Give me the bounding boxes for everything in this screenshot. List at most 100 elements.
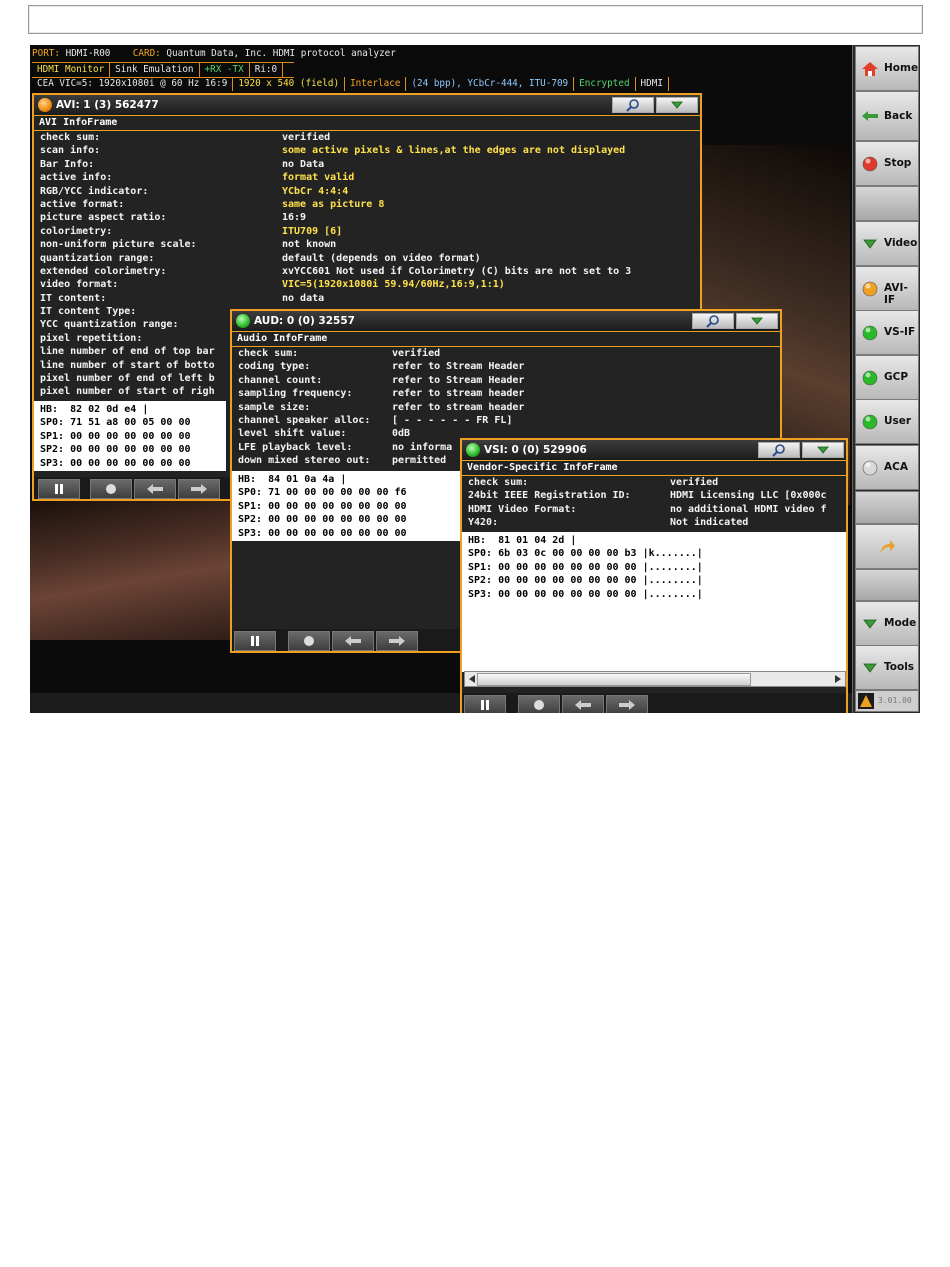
- avi-field-value: 16:9: [282, 212, 307, 224]
- aud-field-key: sampling frequency:: [238, 388, 353, 400]
- scroll-right-icon[interactable]: [833, 673, 843, 685]
- avi-search-button[interactable]: [612, 97, 654, 113]
- vsi-next-button[interactable]: [606, 695, 648, 713]
- avi-field-row: Bar Info: no Data: [34, 158, 700, 171]
- triangle-down-icon: [863, 663, 877, 673]
- status-line-port: PORT: HDMI-R00 CARD: Quantum Data, Inc. …: [32, 47, 396, 61]
- avi-next-button[interactable]: [178, 479, 220, 499]
- sidebar-aca-button[interactable]: ACA: [855, 445, 919, 490]
- sidebar-vs-if-button[interactable]: VS-IF: [855, 310, 919, 355]
- green-led-icon: [862, 370, 878, 385]
- avi-field-key: colorimetry:: [40, 225, 113, 237]
- pause-icon: [481, 700, 489, 710]
- avi-dropdown-button[interactable]: [656, 97, 698, 113]
- vsi-dropdown-button[interactable]: [802, 442, 844, 458]
- color-format: (24 bpp), YCbCr-444, ITU-709: [406, 77, 575, 91]
- sidebar-avi-if-button[interactable]: AVI-IF: [855, 266, 919, 311]
- vsi-field-list: check sum: verified 24bit IEEE Registratio…: [462, 476, 846, 530]
- aud-next-button[interactable]: [376, 631, 418, 651]
- sidebar-button-label: ACA: [884, 461, 908, 473]
- sidebar-blank-button[interactable]: [855, 491, 919, 524]
- vsi-pause-button[interactable]: [464, 695, 506, 713]
- home-icon: [862, 61, 878, 76]
- sidebar-blank-button[interactable]: [855, 569, 919, 601]
- aud-dropdown-button[interactable]: [736, 313, 778, 329]
- avi-field-key: line number of start of botto: [40, 359, 215, 371]
- tab-hdmi-monitor[interactable]: HDMI Monitor: [32, 63, 111, 77]
- avi-field-row: active info: format valid: [34, 171, 700, 184]
- vsi-hex-line: SP3: 00 00 00 00 00 00 00 00 |........|: [468, 588, 703, 600]
- sidebar-blank-button[interactable]: [855, 524, 919, 569]
- aud-search-button[interactable]: [692, 313, 734, 329]
- avi-subtitle: AVI InfoFrame: [34, 116, 700, 131]
- green-led-icon: [862, 414, 878, 429]
- scroll-left-icon[interactable]: [467, 673, 477, 685]
- pause-icon: [55, 484, 63, 494]
- avi-field-row: extended colorimetry: xvYCC601 Not used i…: [34, 265, 700, 278]
- sidebar-user-button[interactable]: User: [855, 399, 919, 444]
- magnifier-icon: [706, 315, 719, 328]
- sidebar-tools-button[interactable]: Tools: [855, 645, 919, 690]
- aud-record-button[interactable]: [288, 631, 330, 651]
- avi-prev-button[interactable]: [134, 479, 176, 499]
- avi-field-row: video format: VIC=5(1920x1080i 59.94/60Hz…: [34, 278, 700, 291]
- avi-hex-line: SP2: 00 00 00 00 00 00 00: [40, 444, 191, 456]
- avi-record-button[interactable]: [90, 479, 132, 499]
- card-label: CARD:: [132, 48, 161, 59]
- tab-ri[interactable]: Ri:0: [250, 63, 284, 77]
- avi-field-key: IT content:: [40, 292, 107, 304]
- right-sidebar: 3.01.00 Home Back Stop Video AVI-IF VS-IF GCP U…: [852, 45, 920, 713]
- vsi-hex-line: SP1: 00 00 00 00 00 00 00 00 |........|: [468, 561, 703, 573]
- avi-title: AVI: 1 (3) 562477: [56, 99, 159, 111]
- sidebar-video-button[interactable]: Video: [855, 221, 919, 266]
- avi-field-key: extended colorimetry:: [40, 265, 167, 277]
- right-arrow-icon: [191, 484, 207, 494]
- aud-hex-dump: HB: 84 01 0a 4a | SP0: 71 00 00 00 00 00 …: [232, 471, 460, 541]
- avi-field-value: same as picture 8: [282, 198, 385, 210]
- aud-field-value: 0dB: [392, 428, 411, 440]
- sidebar-blank-button[interactable]: [855, 186, 919, 221]
- sidebar-home-button[interactable]: Home: [855, 46, 919, 91]
- sidebar-button-label: GCP: [884, 371, 909, 383]
- aud-subtitle: Audio InfoFrame: [232, 332, 780, 347]
- vsi-field-value: HDMI Licensing LLC [0x000c: [670, 490, 827, 502]
- avi-field-value: xvYCC601 Not used if Colorimetry (C) bit…: [282, 265, 632, 277]
- sidebar-back-button[interactable]: Back: [855, 91, 919, 141]
- triangle-down-icon: [817, 446, 829, 454]
- aud-hex-line: SP3: 00 00 00 00 00 00 00 00: [238, 527, 407, 539]
- avi-field-row: picture aspect ratio: 16:9: [34, 211, 700, 224]
- avi-field-row: scan info: some active pixels & lines,at …: [34, 144, 700, 157]
- tab-rx-tx[interactable]: +RX -TX: [200, 63, 250, 77]
- sidebar-stop-button[interactable]: Stop: [855, 141, 919, 186]
- record-icon: [534, 700, 544, 710]
- vsi-prev-button[interactable]: [562, 695, 604, 713]
- mode-tabs: HDMI Monitor Sink Emulation +RX -TX Ri:0: [32, 62, 294, 78]
- pause-icon: [251, 636, 259, 646]
- avi-field-value: no Data: [282, 158, 325, 170]
- avi-field-row: RGB/YCC indicator: YCbCr 4:4:4: [34, 185, 700, 198]
- avi-field-key: YCC quantization range:: [40, 319, 179, 331]
- avi-field-row: check sum: verified: [34, 131, 700, 144]
- sidebar-mode-button[interactable]: Mode: [855, 601, 919, 646]
- aud-pause-button[interactable]: [234, 631, 276, 651]
- vsi-search-button[interactable]: [758, 442, 800, 458]
- scrollbar-thumb[interactable]: [477, 673, 751, 686]
- avi-pause-button[interactable]: [38, 479, 80, 499]
- aud-title: AUD: 0 (0) 32557: [254, 315, 355, 327]
- tab-sink-emulation[interactable]: Sink Emulation: [110, 63, 200, 77]
- sidebar-button-label: Home: [884, 62, 919, 74]
- aud-field-value: refer to Stream Header: [392, 361, 525, 373]
- sidebar-button-label: Video: [884, 237, 918, 249]
- vsi-horizontal-scrollbar[interactable]: [464, 671, 846, 687]
- vsi-record-button[interactable]: [518, 695, 560, 713]
- field-resolution: 1920 x 540 (field): [233, 77, 346, 91]
- avi-field-value: default (depends on video format): [282, 252, 481, 264]
- avi-field-key: pixel number of end of left b: [40, 373, 215, 385]
- orange-led-icon: [38, 98, 52, 112]
- sidebar-gcp-button[interactable]: GCP: [855, 355, 919, 400]
- aud-field-key: LFE playback level:: [238, 441, 353, 453]
- aud-prev-button[interactable]: [332, 631, 374, 651]
- avi-field-key: picture aspect ratio:: [40, 212, 167, 224]
- aud-field-value: permitted: [392, 455, 447, 467]
- aud-field-key: coding type:: [238, 361, 311, 373]
